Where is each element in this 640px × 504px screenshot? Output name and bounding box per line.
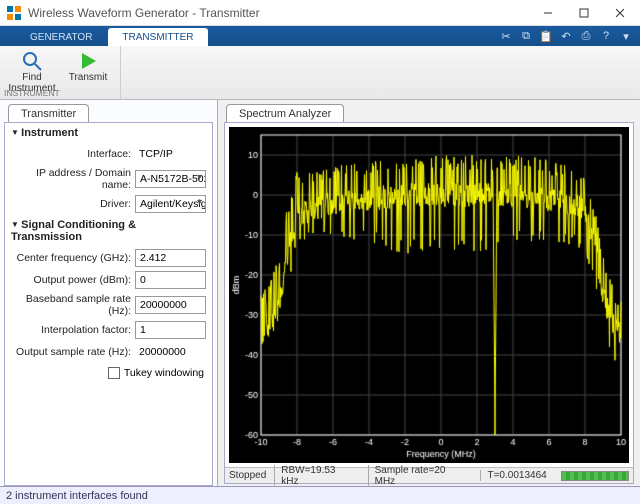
toolgroup-label: INSTRUMENT xyxy=(4,88,60,98)
doc-tab-spectrum-analyzer[interactable]: Spectrum Analyzer xyxy=(226,104,344,122)
interp-factor-label: Interpolation factor: xyxy=(11,324,135,336)
app-status-bar: 2 instrument interfaces found xyxy=(0,486,640,504)
driver-dropdown[interactable]: Agilent/Keysight ... xyxy=(135,195,206,213)
status-sample-rate: Sample rate=20 MHz xyxy=(368,465,473,487)
maximize-button[interactable] xyxy=(566,1,602,25)
qat-collapse-icon[interactable]: ▾ xyxy=(618,28,634,44)
interface-value: TCP/IP xyxy=(135,145,206,163)
address-label: IP address / Domain name: xyxy=(11,167,135,191)
transmit-label: Transmit xyxy=(69,73,108,84)
analyzer-status-bar: Stopped RBW=19.53 kHz Sample rate=20 MHz… xyxy=(225,467,633,483)
instrument-section-header[interactable]: Instrument xyxy=(9,123,208,143)
doc-tab-transmitter[interactable]: Transmitter xyxy=(8,104,89,122)
address-dropdown[interactable]: A-N5172B-5028... xyxy=(135,170,206,188)
status-progress xyxy=(561,471,629,481)
status-text: 2 instrument interfaces found xyxy=(6,490,148,502)
spectrum-analyzer-panel: Stopped RBW=19.53 kHz Sample rate=20 MHz… xyxy=(224,122,634,484)
qat-cut-icon[interactable]: ✂ xyxy=(498,28,514,44)
ribbon-tabstrip: GENERATOR TRANSMITTER ✂ ⧉ 📋 ↶ ⎙ ? ▾ xyxy=(0,26,640,46)
app-logo-icon xyxy=(6,5,22,21)
baseband-rate-label: Baseband sample rate (Hz): xyxy=(11,293,135,317)
ribbon-tab-transmitter[interactable]: TRANSMITTER xyxy=(108,28,207,46)
center-freq-input[interactable]: 2.412 xyxy=(135,249,206,267)
tukey-checkbox[interactable] xyxy=(108,367,120,379)
window-titlebar: Wireless Waveform Generator - Transmitte… xyxy=(0,0,640,26)
ribbon-tab-generator[interactable]: GENERATOR xyxy=(16,28,106,46)
minimize-button[interactable] xyxy=(530,1,566,25)
spectrum-plot[interactable] xyxy=(229,127,629,463)
toolstrip: Find Instrument Transmit INSTRUMENT xyxy=(0,46,640,100)
qat-save-icon[interactable]: ⎙ xyxy=(578,28,594,44)
signal-conditioning-header[interactable]: Signal Conditioning & Transmission xyxy=(9,215,208,247)
left-pane: Transmitter Instrument Interface: TCP/IP… xyxy=(0,100,218,486)
status-rbw: RBW=19.53 kHz xyxy=(274,465,359,487)
status-time: T=0.0013464 xyxy=(480,470,552,481)
right-pane: Spectrum Analyzer Stopped RBW=19.53 kHz … xyxy=(218,100,640,486)
qat-paste-icon[interactable]: 📋 xyxy=(538,28,554,44)
baseband-rate-input[interactable]: 20000000 xyxy=(135,296,206,314)
transmitter-panel: Instrument Interface: TCP/IP IP address … xyxy=(4,122,213,486)
toolgroup-instrument: Find Instrument Transmit INSTRUMENT xyxy=(0,46,121,99)
qat-copy-icon[interactable]: ⧉ xyxy=(518,28,534,44)
transmit-button[interactable]: Transmit xyxy=(64,48,112,99)
driver-label: Driver: xyxy=(11,198,135,210)
interface-label: Interface: xyxy=(11,148,135,160)
magnifier-icon xyxy=(21,50,43,72)
close-button[interactable] xyxy=(602,1,638,25)
output-power-label: Output power (dBm): xyxy=(11,274,135,286)
qat-help-icon[interactable]: ? xyxy=(598,28,614,44)
interp-factor-input[interactable]: 1 xyxy=(135,321,206,339)
ribbon-quick-access: ✂ ⧉ 📋 ↶ ⎙ ? ▾ xyxy=(498,28,634,44)
status-stopped: Stopped xyxy=(229,470,266,481)
output-rate-value: 20000000 xyxy=(135,343,206,361)
output-rate-label: Output sample rate (Hz): xyxy=(11,346,135,358)
center-freq-label: Center frequency (GHz): xyxy=(11,252,135,264)
qat-undo-icon[interactable]: ↶ xyxy=(558,28,574,44)
play-icon xyxy=(77,50,99,72)
tukey-label: Tukey windowing xyxy=(124,367,204,379)
window-title: Wireless Waveform Generator - Transmitte… xyxy=(28,6,530,20)
output-power-input[interactable]: 0 xyxy=(135,271,206,289)
